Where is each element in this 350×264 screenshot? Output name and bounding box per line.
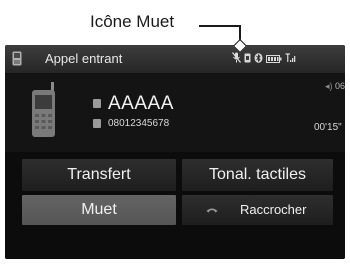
bluetooth-icon [254, 50, 263, 68]
call-signal-indicator: ◂) 06 [325, 81, 345, 92]
call-duration: 00'15" [314, 122, 342, 133]
callout-label: Icône Muet [90, 12, 175, 31]
contact-icon [93, 99, 101, 108]
phone-icon [12, 51, 22, 66]
hang-up-button-label: Raccrocher [240, 202, 307, 217]
call-controls: Transfert Tonal. tactiles Muet Raccroche… [5, 152, 345, 259]
phone-screen: Appel entrant AAAAA 08012345678 ◂) 06 00… [5, 45, 345, 259]
signal-label: 06 [335, 81, 345, 91]
mute-button[interactable]: Muet [22, 195, 176, 225]
phone-number-icon [93, 119, 101, 128]
callout-line [199, 25, 241, 27]
status-bar: Appel entrant [5, 45, 345, 74]
signal-icon [285, 50, 296, 68]
signal-wave-icon: ◂) [325, 81, 333, 91]
status-title: Appel entrant [45, 51, 123, 66]
touch-tones-button-label: Tonal. tactiles [209, 166, 306, 183]
hang-up-button[interactable]: Raccrocher [182, 195, 333, 225]
hang-up-icon [206, 208, 218, 213]
caller-name: AAAAA [108, 93, 174, 114]
sim-icon [244, 50, 251, 68]
mobile-phone-icon [32, 82, 55, 137]
call-info: AAAAA 08012345678 ◂) 06 00'15" [5, 74, 345, 152]
battery-icon [266, 50, 282, 68]
transfer-button-label: Transfert [67, 166, 131, 183]
mute-icon-callout: Icône Muet [0, 0, 350, 54]
transfer-button[interactable]: Transfert [22, 159, 176, 191]
touch-tones-button[interactable]: Tonal. tactiles [182, 159, 333, 191]
caller-number: 08012345678 [108, 118, 170, 129]
mute-button-label: Muet [81, 201, 117, 218]
status-icons [232, 50, 296, 68]
